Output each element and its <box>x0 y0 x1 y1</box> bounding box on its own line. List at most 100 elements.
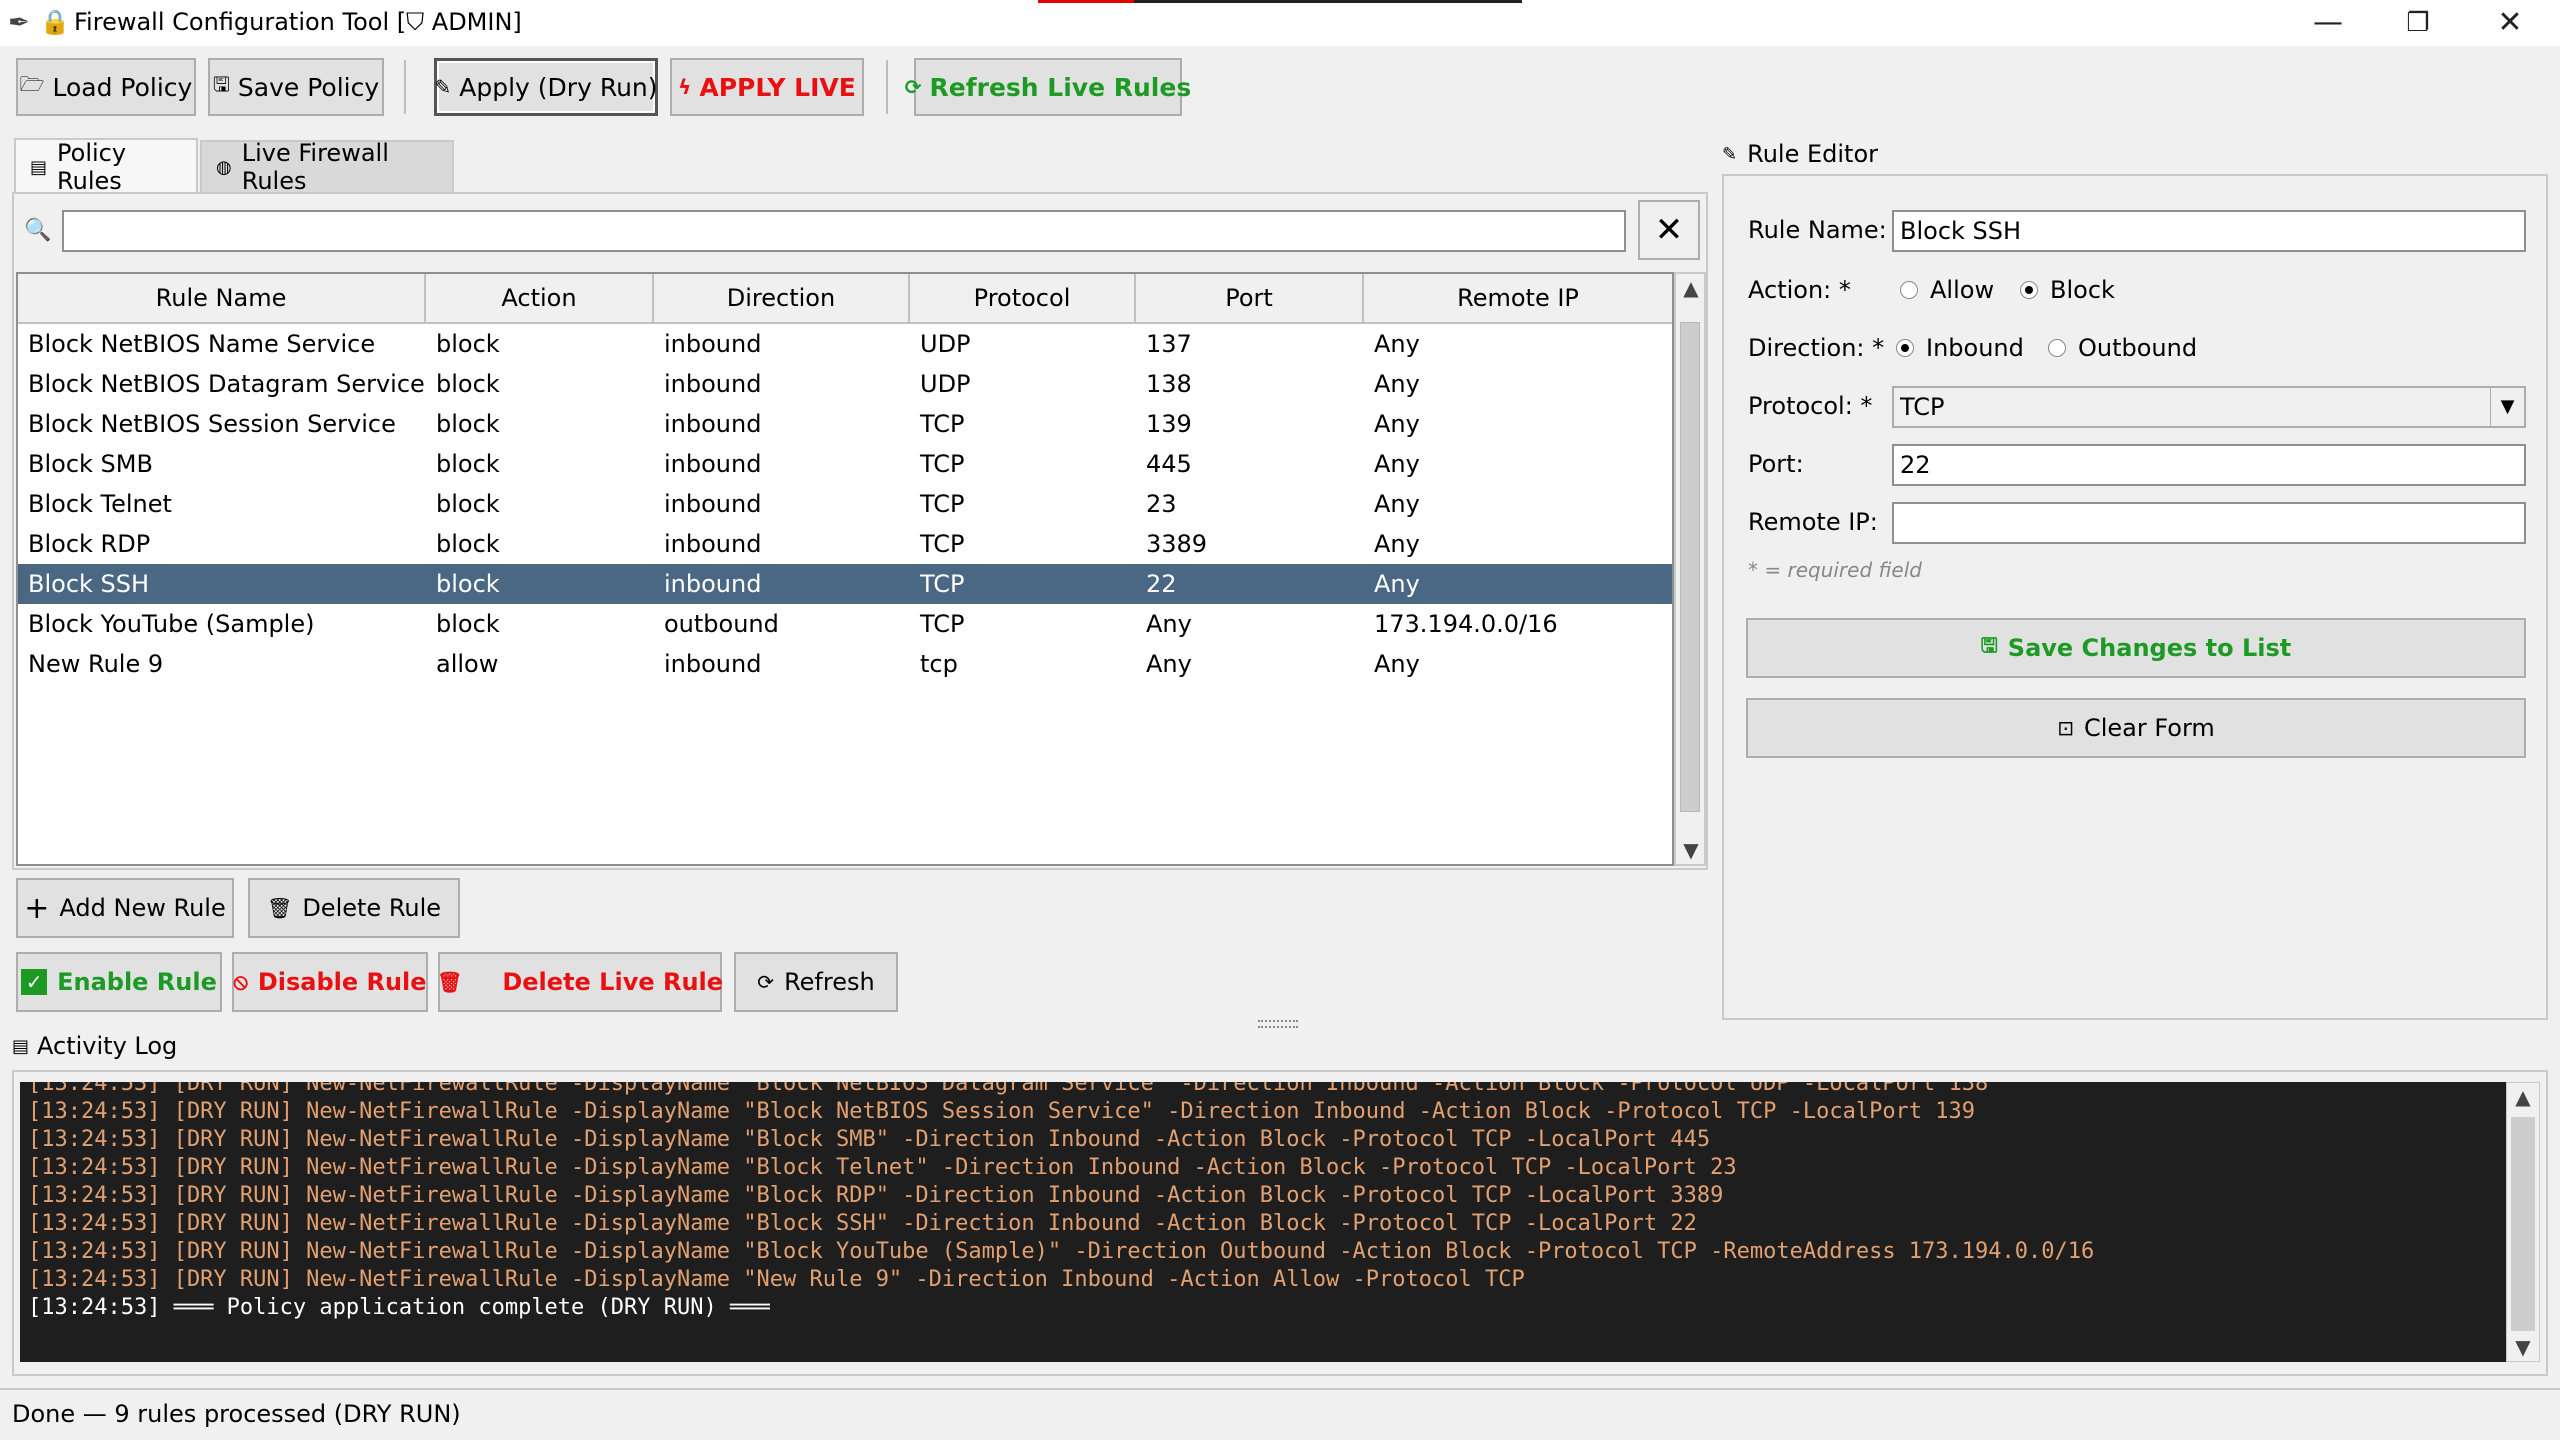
scrollbar-thumb[interactable] <box>2511 1117 2535 1331</box>
rule-name-input[interactable]: Block SSH <box>1892 210 2526 252</box>
delete-rule-button[interactable]: 🗑 Delete Rule <box>248 878 460 938</box>
action-allow-radio[interactable]: Allow <box>1900 276 1994 304</box>
prohibited-icon: ⦸ <box>233 969 248 995</box>
table-cell: Any <box>1374 570 1420 598</box>
activity-log-title: ▤ Activity Log <box>12 1032 178 1060</box>
column-header[interactable]: Protocol <box>910 274 1136 324</box>
table-cell: inbound <box>664 650 762 678</box>
plus-icon: + <box>24 890 50 926</box>
status-bar: Done — 9 rules processed (DRY RUN) <box>0 1388 2560 1440</box>
remote-ip-input[interactable] <box>1892 502 2526 544</box>
table-cell: Any <box>1374 490 1420 518</box>
table-row[interactable]: Block NetBIOS Name Service block inbound UD… <box>18 324 1672 364</box>
table-cell: Block YouTube (Sample) <box>28 610 315 638</box>
required-field-note: * = required field <box>1748 558 1922 582</box>
direction-label: Direction: * <box>1748 334 1885 362</box>
column-header[interactable]: Rule Name <box>18 274 426 324</box>
enable-rule-button[interactable]: ✓ Enable Rule <box>16 952 222 1012</box>
table-cell: Block NetBIOS Session Service <box>28 410 396 438</box>
load-policy-button[interactable]: 🗁 Load Policy <box>16 58 196 116</box>
table-cell: TCP <box>920 570 965 598</box>
table-row[interactable]: Block RDP block inbound TCP 3389 Any <box>18 524 1672 564</box>
protocol-label: Protocol: * <box>1748 392 1873 420</box>
tab-policy-rules[interactable]: ▤ Policy Rules <box>14 138 198 195</box>
column-header[interactable]: Direction <box>654 274 910 324</box>
search-input[interactable] <box>62 210 1626 252</box>
column-header[interactable]: Port <box>1136 274 1364 324</box>
table-cell: inbound <box>664 330 762 358</box>
disable-rule-button[interactable]: ⦸ Disable Rule <box>232 952 428 1012</box>
table-row[interactable]: Block Telnet block inbound TCP 23 Any <box>18 484 1672 524</box>
apply-live-button[interactable]: ϟ APPLY LIVE <box>670 58 864 116</box>
table-cell: New Rule 9 <box>28 650 164 678</box>
trash-icon: 🗑 <box>266 896 293 920</box>
checkmark-icon: ✓ <box>21 969 48 995</box>
close-window-button[interactable]: ✕ <box>2470 4 2550 42</box>
clear-form-button[interactable]: ⊡ Clear Form <box>1746 698 2526 758</box>
log-line: [13:24:53] [DRY RUN] New-NetFirewallRule… <box>28 1155 1737 1180</box>
clear-search-button[interactable]: ✕ <box>1638 200 1700 260</box>
radio-checked-icon <box>2020 281 2038 299</box>
table-cell: block <box>436 330 500 358</box>
save-changes-button[interactable]: 🖫 Save Changes to List <box>1746 618 2526 678</box>
scroll-up-icon[interactable]: ▲ <box>1678 276 1704 300</box>
scrollbar-thumb[interactable] <box>1680 322 1700 812</box>
port-label: Port: <box>1748 450 1804 478</box>
table-cell: UDP <box>920 370 971 398</box>
log-line: [13:24:53] [DRY RUN] New-NetFirewallRule… <box>28 1099 1976 1124</box>
table-cell: 138 <box>1146 370 1192 398</box>
table-row[interactable]: Block SMB block inbound TCP 445 Any <box>18 444 1672 484</box>
refresh-button[interactable]: ⟳ Refresh <box>734 952 898 1012</box>
add-new-rule-button[interactable]: + Add New Rule <box>16 878 234 938</box>
table-row[interactable]: Block NetBIOS Session Service block inboun… <box>18 404 1672 444</box>
window-title: Firewall Configuration Tool [⛉ ADMIN] <box>74 8 522 36</box>
table-cell: Block Telnet <box>28 490 172 518</box>
dropdown-arrow-icon[interactable]: ▼ <box>2490 388 2524 426</box>
apply-dry-run-button[interactable]: ✎ Apply (Dry Run) <box>434 58 658 116</box>
refresh-live-rules-button[interactable]: ⟳ Refresh Live Rules <box>905 58 1191 116</box>
table-scrollbar[interactable]: ▲ ▼ <box>1674 272 1706 866</box>
table-cell: Block NetBIOS Datagram Service <box>28 370 425 398</box>
toolbar-separator <box>886 60 888 114</box>
save-policy-button[interactable]: 🖫 Save Policy <box>208 58 384 116</box>
document-icon: ▤ <box>30 156 48 178</box>
folder-open-icon: 🗁 <box>19 72 45 96</box>
table-row[interactable]: Block NetBIOS Datagram Service block inbou… <box>18 364 1672 404</box>
table-row[interactable]: Block SSH block inbound TCP 22 Any <box>18 564 1672 604</box>
table-cell: block <box>436 570 500 598</box>
lock-icon: 🔒 <box>40 8 70 36</box>
table-cell: TCP <box>920 610 965 638</box>
log-scrollbar[interactable]: ▲ ▼ <box>2506 1082 2540 1362</box>
save-icon: 🖫 <box>1980 633 1998 657</box>
delete-live-rule-button[interactable]: 🗑 Delete Live Rule <box>437 952 723 1012</box>
table-cell: Any <box>1374 410 1420 438</box>
table-row[interactable]: New Rule 9 allow inbound tcp Any Any <box>18 644 1672 684</box>
action-block-radio[interactable]: Block <box>2020 276 2115 304</box>
scroll-down-icon[interactable]: ▼ <box>1678 838 1704 862</box>
column-header[interactable]: Remote IP <box>1364 274 1672 324</box>
scroll-down-icon[interactable]: ▼ <box>2510 1335 2536 1359</box>
minimize-button[interactable]: — <box>2288 4 2368 42</box>
log-line: [13:24:53] [DRY RUN] New-NetFirewallRule… <box>28 1082 1989 1096</box>
table-row[interactable]: Block YouTube (Sample) block outbound TCP An… <box>18 604 1672 644</box>
table-cell: 139 <box>1146 410 1192 438</box>
log-line: [13:24:53] [DRY RUN] New-NetFirewallRule… <box>28 1239 2095 1264</box>
table-cell: Any <box>1374 530 1420 558</box>
direction-inbound-radio[interactable]: Inbound <box>1896 334 2024 362</box>
remote-ip-label: Remote IP: <box>1748 508 1878 536</box>
tab-live-firewall-rules[interactable]: ◍ Live Firewall Rules <box>200 139 454 195</box>
refresh-icon: ⟳ <box>904 75 922 99</box>
column-header[interactable]: Action <box>426 274 654 324</box>
rules-table: Rule Name Action Direction Protocol Port Remo… <box>16 272 1674 866</box>
table-cell: 445 <box>1146 450 1192 478</box>
port-input[interactable]: 22 <box>1892 444 2526 486</box>
maximize-button[interactable]: ❐ <box>2378 4 2458 42</box>
direction-outbound-radio[interactable]: Outbound <box>2048 334 2197 362</box>
table-cell: inbound <box>664 410 762 438</box>
protocol-select[interactable]: TCP ▼ <box>1892 386 2526 428</box>
log-line: [13:24:53] [DRY RUN] New-NetFirewallRule… <box>28 1267 1525 1292</box>
table-cell: 137 <box>1146 330 1192 358</box>
feather-app-icon: ✒ <box>8 8 30 38</box>
scroll-up-icon[interactable]: ▲ <box>2510 1085 2536 1109</box>
pane-splitter-handle[interactable] <box>1258 1020 1298 1028</box>
